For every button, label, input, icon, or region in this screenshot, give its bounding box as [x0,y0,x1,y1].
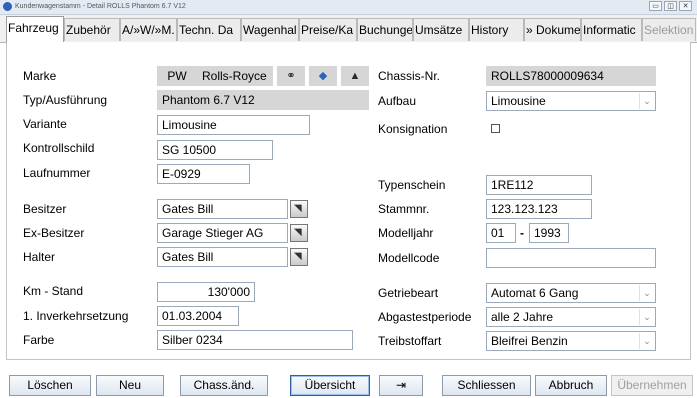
modelljahr-year-field[interactable]: 1993 [529,223,569,243]
besitzer-picker-button[interactable]: ◥ [290,200,308,218]
minimize-button[interactable]: ▭ [649,1,662,11]
konsignation-checkbox[interactable] [491,124,500,133]
chassis-label: Chassis-Nr. [378,69,441,83]
aufbau-select[interactable]: Limousine ⌄ [486,91,656,111]
tab-selektion: Selektion [642,18,696,41]
ex-besitzer-field[interactable]: Garage Stieger AG [157,223,288,243]
besitzer-field[interactable]: Gates Bill [157,199,288,219]
konsignation-label: Konsignation [378,122,448,136]
marke-label: Marke [23,69,57,83]
aufbau-label: Aufbau [378,94,417,108]
schliessen-button[interactable]: Schliessen [442,375,531,396]
inverkehrsetzung-label: 1. Inverkehrsetzung [23,309,129,323]
modelljahr-month-field[interactable]: 01 [486,223,516,243]
picker-arrow-icon: ◥ [294,251,302,262]
ex-besitzer-picker-button[interactable]: ◥ [290,224,308,242]
pin-button[interactable]: ⇥ [379,375,423,396]
marke-code-field[interactable]: PW [157,66,197,86]
tab-umsaetze[interactable]: Umsätze [413,18,469,41]
chevron-down-icon: ⌄ [639,93,654,109]
tab-fahrzeug[interactable]: Fahrzeug [6,16,64,43]
app-icon [3,2,12,11]
marke-field[interactable]: Rolls-Royce [197,66,273,86]
diamond-icon[interactable]: ◆ [309,66,337,86]
modelljahr-separator: - [520,226,524,240]
treibstoffart-value: Bleifrei Benzin [491,334,568,348]
tab-techn-daten[interactable]: Techn. Da [177,18,241,41]
loeschen-button[interactable]: Löschen [9,375,91,396]
neu-button[interactable]: Neu [96,375,164,396]
ex-besitzer-label: Ex-Besitzer [23,226,85,240]
picker-arrow-icon: ◥ [294,227,302,238]
farbe-label: Farbe [23,333,55,347]
laufnummer-field[interactable]: E-0929 [157,164,250,184]
kontrollschild-label: Kontrollschild [23,141,95,155]
getriebeart-value: Automat 6 Gang [491,286,579,300]
abgastestperiode-select[interactable]: alle 2 Jahre ⌄ [486,307,656,327]
chassis-field[interactable]: ROLLS78000009634 [486,66,656,86]
restore-button[interactable]: ◫ [664,1,677,11]
tab-strip: Fahrzeug Zubehör A/»W/»M. Techn. Da Wage… [0,15,697,43]
vehicle-panel: Marke PW Rolls-Royce ⚭ ◆ ▲ Typ/Ausführun… [6,42,691,360]
chevron-down-icon: ⌄ [639,285,654,301]
picker-arrow-icon: ◥ [294,203,302,214]
tab-dokumente[interactable]: » Dokume [524,18,581,41]
inverkehrsetzung-field[interactable]: 01.03.2004 [157,306,239,326]
modellcode-label: Modellcode [378,251,440,265]
laufnummer-label: Laufnummer [23,166,91,180]
halter-picker-button[interactable]: ◥ [290,248,308,266]
tab-history[interactable]: History [469,18,524,41]
title-bar: Kundenwagenstamm - Detail ROLLS Phantom … [0,0,697,15]
variante-field[interactable]: Limousine [157,115,310,135]
tab-wagenhalter[interactable]: Wagenhal [241,18,299,41]
typenschein-label: Typenschein [378,178,446,192]
typ-field[interactable]: Phantom 6.7 V12 [157,90,369,110]
abgastestperiode-value: alle 2 Jahre [491,310,554,324]
modelljahr-label: Modelljahr [378,226,434,240]
getriebeart-label: Getriebeart [378,286,439,300]
tab-preise-kalkulation[interactable]: Preise/Ka [299,18,357,41]
binoculars-icon[interactable]: ⚭ [277,66,305,86]
chevron-down-icon: ⌄ [639,333,654,349]
tab-zubehoer[interactable]: Zubehör [64,18,120,41]
variante-label: Variante [23,117,67,131]
chevron-down-icon: ⌄ [639,309,654,325]
close-button[interactable]: ✕ [679,1,692,11]
aufbau-value: Limousine [491,94,546,108]
tab-awm[interactable]: A/»W/»M. [120,18,177,41]
abgastestperiode-label: Abgastestperiode [378,310,472,324]
tab-buchungen[interactable]: Buchunge [357,18,413,41]
window-title: Kundenwagenstamm - Detail ROLLS Phantom … [15,3,186,10]
tab-informationen[interactable]: Informatic [581,18,642,41]
abbruch-button[interactable]: Abbruch [535,375,607,396]
halter-label: Halter [23,250,56,264]
modellcode-field[interactable] [486,248,656,268]
treibstoffart-label: Treibstoffart [378,334,442,348]
getriebeart-select[interactable]: Automat 6 Gang ⌄ [486,283,656,303]
stammnr-label: Stammnr. [378,202,430,216]
halter-field[interactable]: Gates Bill [157,247,288,267]
stammnr-field[interactable]: 123.123.123 [486,199,592,219]
uebersicht-button[interactable]: Übersicht [290,375,370,396]
car-icon[interactable]: ▲ [341,66,369,86]
treibstoffart-select[interactable]: Bleifrei Benzin ⌄ [486,331,656,351]
besitzer-label: Besitzer [23,202,67,216]
farbe-field[interactable]: Silber 0234 [157,330,353,350]
typ-label: Typ/Ausführung [23,93,108,107]
km-stand-field[interactable]: 130'000 [157,282,255,302]
button-bar: Löschen Neu Chass.änd. Übersicht ⇥ Schli… [0,360,697,398]
chassis-aendern-button[interactable]: Chass.änd. [180,375,268,396]
kontrollschild-field[interactable]: SG 10500 [157,140,273,160]
uebernehmen-button: Übernehmen [611,375,693,396]
typenschein-field[interactable]: 1RE112 [486,175,592,195]
km-stand-label: Km - Stand [23,284,84,298]
